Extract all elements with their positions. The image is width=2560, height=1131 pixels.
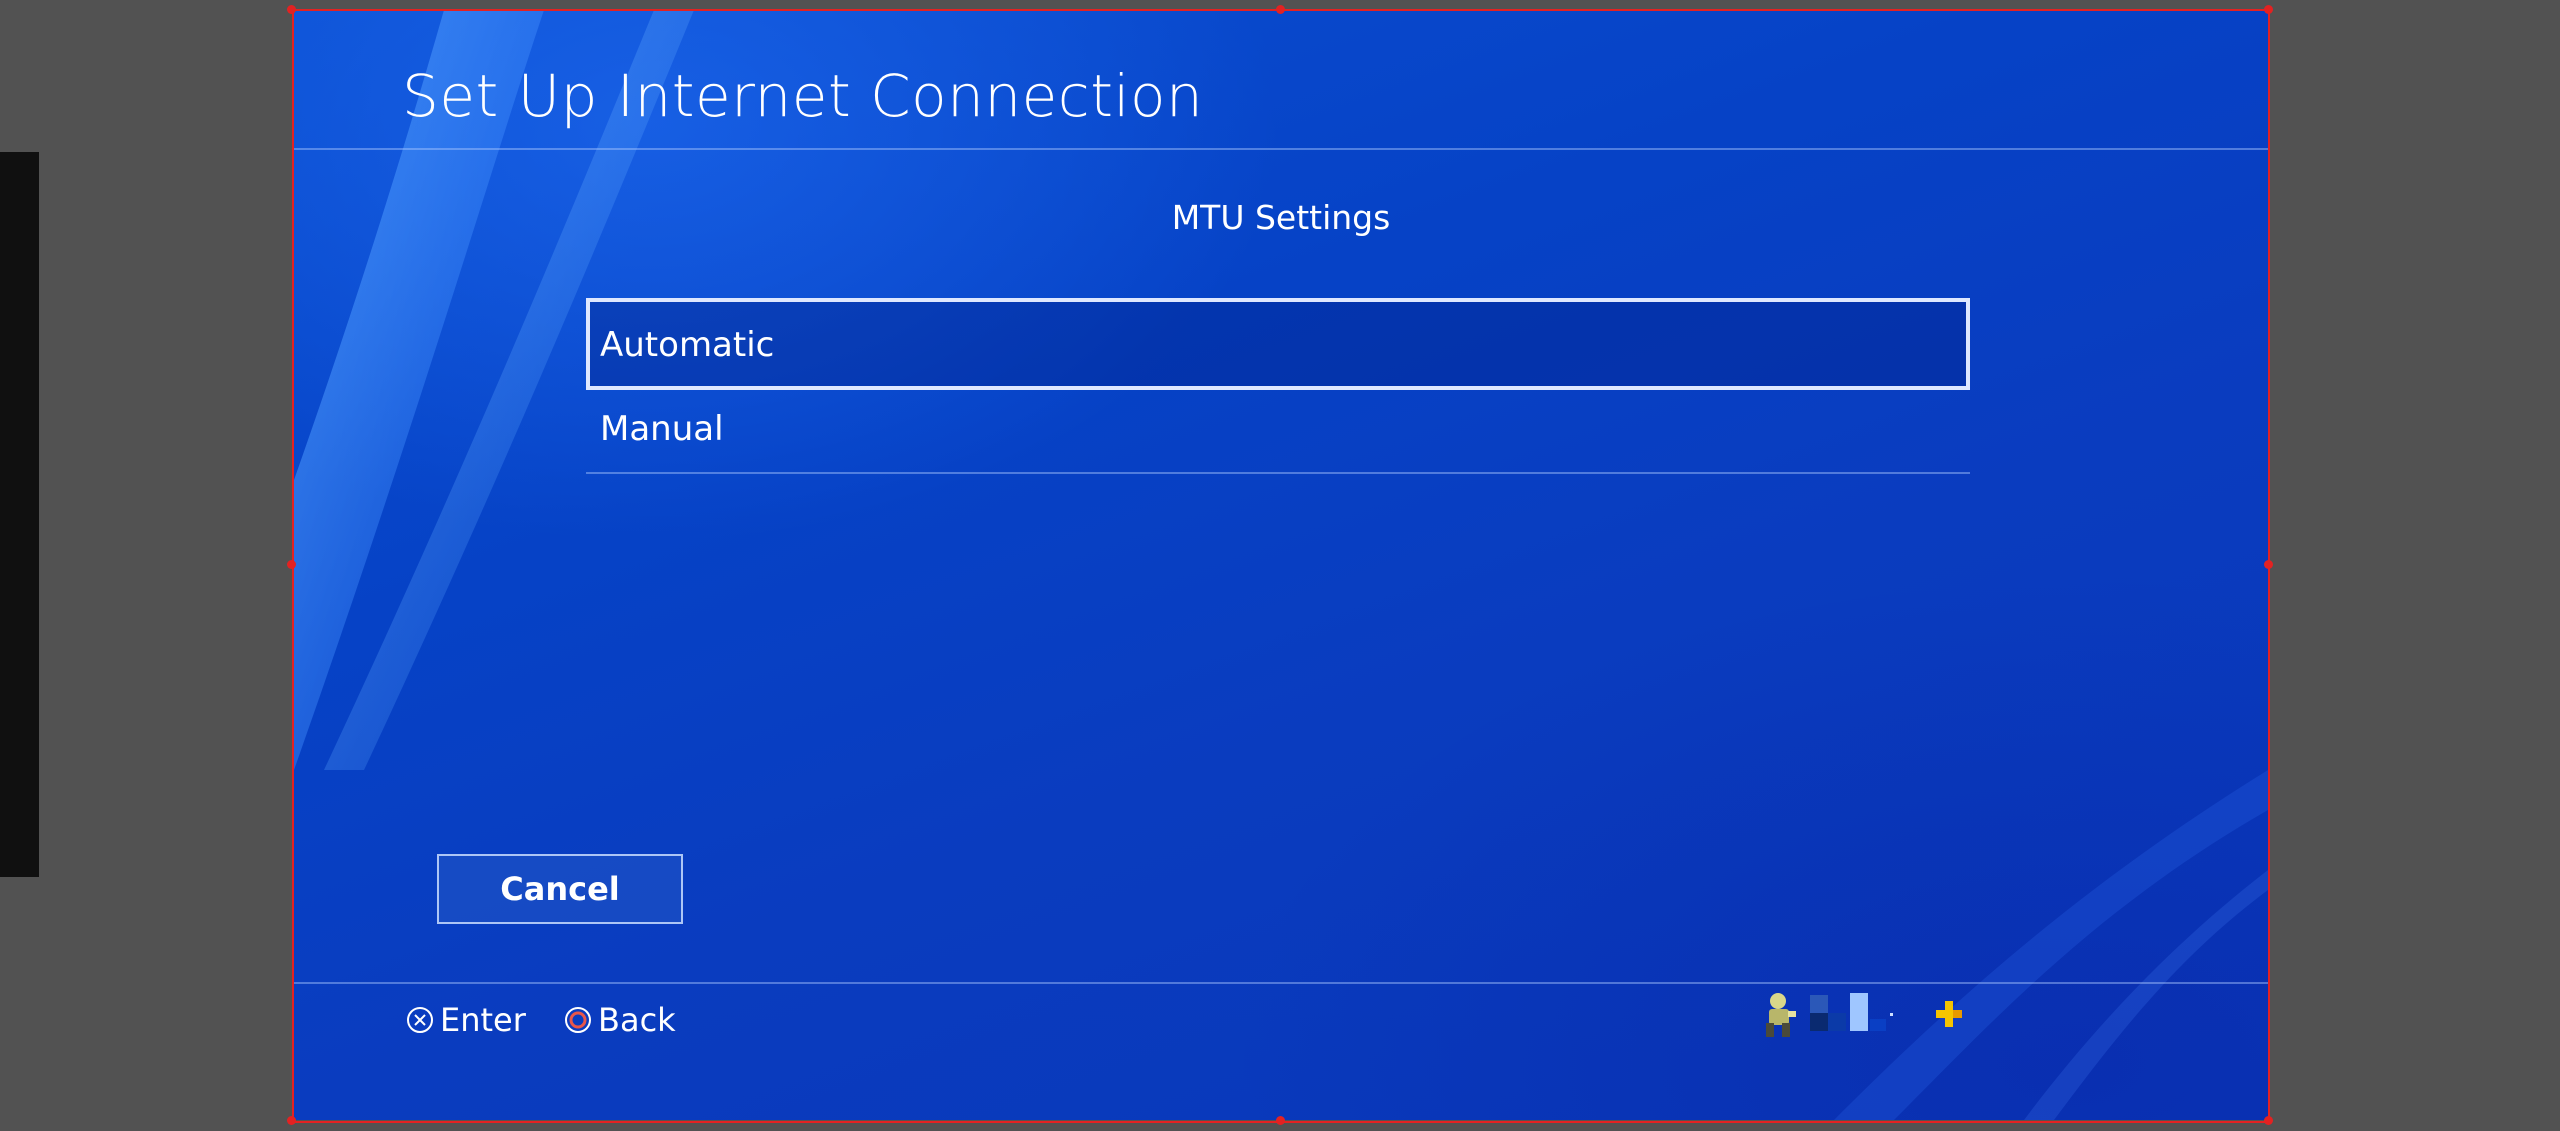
resize-handle[interactable] xyxy=(2264,5,2273,14)
enter-hint: Enter xyxy=(406,998,526,1042)
resize-handle[interactable] xyxy=(1276,1116,1285,1125)
resize-handle[interactable] xyxy=(287,1116,296,1125)
resize-handle[interactable] xyxy=(287,560,296,569)
status-area xyxy=(1760,986,1964,1042)
playstation-plus-icon xyxy=(1936,1001,1962,1027)
cancel-button[interactable]: Cancel xyxy=(437,854,683,924)
resize-handle[interactable] xyxy=(2264,1116,2273,1125)
option-label: Manual xyxy=(600,409,724,449)
option-label: Automatic xyxy=(600,325,775,365)
circle-button-icon xyxy=(565,1007,591,1033)
background-window-edge xyxy=(0,152,39,877)
option-manual[interactable]: Manual xyxy=(586,394,1970,474)
back-hint-label: Back xyxy=(598,1001,676,1039)
back-hint: Back xyxy=(564,998,676,1042)
cross-button-icon xyxy=(407,1007,433,1033)
footer-divider xyxy=(294,982,2268,984)
signal-strength-icon xyxy=(1810,993,1893,1031)
user-avatar-icon xyxy=(1766,993,1796,1037)
background-waves xyxy=(294,10,2268,1120)
option-automatic[interactable]: Automatic xyxy=(586,298,1970,390)
ps4-screen: Set Up Internet Connection MTU Settings … xyxy=(294,10,2268,1120)
enter-hint-label: Enter xyxy=(440,1001,526,1039)
resize-handle[interactable] xyxy=(287,5,296,14)
resize-handle[interactable] xyxy=(1276,5,1285,14)
section-title: MTU Settings xyxy=(1171,198,1391,237)
header-divider xyxy=(294,148,2268,150)
page-title: Set Up Internet Connection xyxy=(402,62,1204,130)
resize-handle[interactable] xyxy=(2264,560,2273,569)
